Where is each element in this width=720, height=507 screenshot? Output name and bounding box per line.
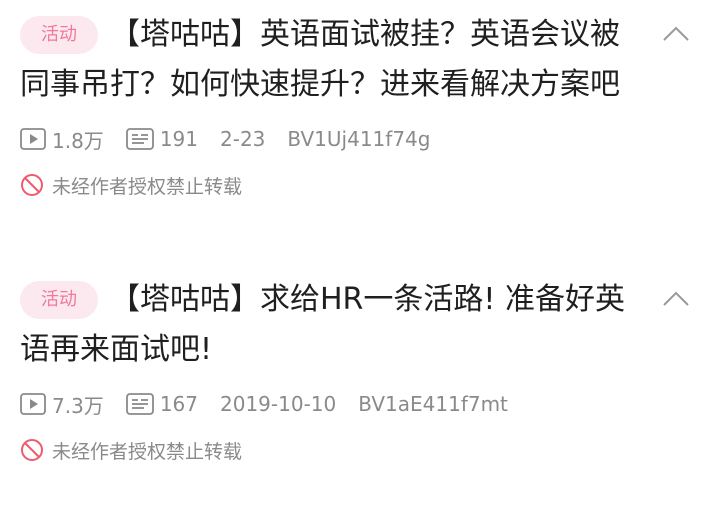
video-list: 活动 【塔咕咕】英语面试被挂？英语会议被同事吊打？如何快速提升？进来看解决方案吧 … <box>0 0 720 507</box>
video-title-text: 【塔咕咕】求给HR一条活路! 准备好英语再来面试吧! <box>20 282 625 367</box>
video-item[interactable]: 活动 【塔咕咕】英语面试被挂？英语会议被同事吊打？如何快速提升？进来看解决方案吧 … <box>0 10 720 200</box>
play-icon <box>20 128 46 150</box>
publish-date: 2019-10-10 <box>220 392 337 416</box>
view-count: 1.8万 <box>52 128 104 153</box>
chevron-up-icon <box>663 291 689 306</box>
video-item[interactable]: 活动 【塔咕咕】求给HR一条活路! 准备好英语再来面试吧! 7.3万 167 2… <box>0 275 720 465</box>
comment-count: 167 <box>159 392 198 416</box>
danmaku-icon <box>125 128 154 150</box>
collapse-button[interactable] <box>656 14 696 54</box>
comment-count: 191 <box>159 127 198 151</box>
bvid: BV1aE411f7mt <box>358 392 508 416</box>
copyright-notice: 未经作者授权禁止转载 <box>52 440 243 463</box>
video-title[interactable]: 活动 【塔咕咕】求给HR一条活路! 准备好英语再来面试吧! <box>20 281 625 367</box>
publish-date: 2-23 <box>220 127 266 151</box>
title-row: 活动 【塔咕咕】求给HR一条活路! 准备好英语再来面试吧! <box>0 275 720 375</box>
video-title[interactable]: 活动 【塔咕咕】英语面试被挂？英语会议被同事吊打？如何快速提升？进来看解决方案吧 <box>20 16 620 102</box>
view-count: 7.3万 <box>52 393 104 418</box>
meta-row: 1.8万 191 2-23 BV1Uj411f74g <box>0 124 720 154</box>
bvid: BV1Uj411f74g <box>287 127 431 151</box>
danmaku-icon <box>125 393 154 415</box>
copyright-row: 未经作者授权禁止转载 <box>0 170 720 200</box>
title-row: 活动 【塔咕咕】英语面试被挂？英语会议被同事吊打？如何快速提升？进来看解决方案吧 <box>0 10 720 110</box>
copyright-row: 未经作者授权禁止转载 <box>0 435 720 465</box>
chevron-up-icon <box>663 26 689 41</box>
copyright-notice: 未经作者授权禁止转载 <box>52 175 243 198</box>
activity-badge: 活动 <box>20 281 98 319</box>
meta-row: 7.3万 167 2019-10-10 BV1aE411f7mt <box>0 389 720 419</box>
prohibited-icon <box>20 438 44 462</box>
play-icon <box>20 393 46 415</box>
collapse-button[interactable] <box>656 279 696 319</box>
prohibited-icon <box>20 173 44 197</box>
video-title-text: 【塔咕咕】英语面试被挂？英语会议被同事吊打？如何快速提升？进来看解决方案吧 <box>20 17 620 102</box>
activity-badge: 活动 <box>20 16 98 54</box>
